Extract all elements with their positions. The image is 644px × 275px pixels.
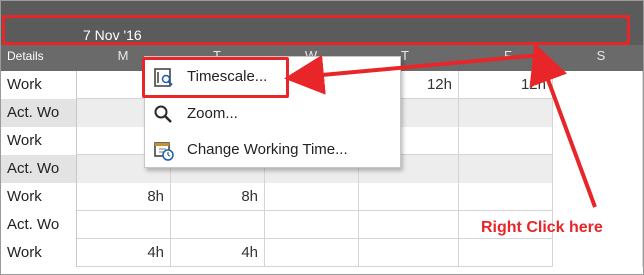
day-header: F bbox=[504, 48, 512, 63]
grid-cell[interactable] bbox=[553, 155, 643, 183]
grid-cell[interactable] bbox=[459, 127, 553, 155]
grid-cell[interactable] bbox=[359, 211, 459, 239]
grid-cell[interactable] bbox=[265, 183, 359, 211]
grid-cell[interactable]: 8h bbox=[77, 183, 171, 211]
row-label[interactable]: Work bbox=[1, 183, 77, 211]
grid-cell[interactable] bbox=[171, 211, 265, 239]
row-label[interactable]: Work bbox=[1, 239, 77, 267]
menu-item-label: Change Working Time... bbox=[187, 141, 348, 158]
grid-cell[interactable] bbox=[359, 239, 459, 267]
annotation-text: Right Click here bbox=[481, 219, 603, 236]
grid-cell[interactable] bbox=[459, 183, 553, 211]
menu-item-change-working-time[interactable]: Change Working Time... bbox=[145, 133, 400, 167]
grid-cell[interactable] bbox=[359, 183, 459, 211]
row-label[interactable]: Work bbox=[1, 71, 77, 99]
grid-cell[interactable] bbox=[459, 99, 553, 127]
timescale-item-highlight-box bbox=[142, 57, 289, 98]
table-row: Work 4h 4h bbox=[1, 239, 643, 267]
grid-cell[interactable] bbox=[459, 155, 553, 183]
row-label[interactable]: Act. Wo bbox=[1, 211, 77, 239]
grid-cell[interactable] bbox=[553, 183, 643, 211]
row-label[interactable]: Work bbox=[1, 127, 77, 155]
details-column-header: Details bbox=[7, 49, 44, 63]
grid-cell[interactable] bbox=[265, 211, 359, 239]
row-label[interactable]: Act. Wo bbox=[1, 155, 77, 183]
menu-item-zoom[interactable]: Zoom... bbox=[145, 97, 400, 131]
grid-cell[interactable] bbox=[553, 127, 643, 155]
grid-cell[interactable] bbox=[265, 239, 359, 267]
timescale-highlight-box bbox=[2, 15, 630, 45]
grid-cell[interactable] bbox=[553, 239, 643, 267]
table-row: Work 8h 8h bbox=[1, 183, 643, 211]
grid-cell[interactable]: 4h bbox=[171, 239, 265, 267]
grid-cell[interactable] bbox=[459, 239, 553, 267]
grid-cell[interactable] bbox=[77, 211, 171, 239]
grid-cell[interactable]: 8h bbox=[171, 183, 265, 211]
grid-cell[interactable] bbox=[553, 71, 643, 99]
grid-cell[interactable]: 12h bbox=[459, 71, 553, 99]
grid-cell[interactable]: 4h bbox=[77, 239, 171, 267]
menu-item-label: Zoom... bbox=[187, 105, 238, 122]
row-label[interactable]: Act. Wo bbox=[1, 99, 77, 127]
day-header: S bbox=[596, 48, 606, 63]
magnifier-icon bbox=[153, 104, 175, 126]
grid-cell[interactable] bbox=[553, 99, 643, 127]
calendar-clock-icon bbox=[153, 140, 175, 162]
